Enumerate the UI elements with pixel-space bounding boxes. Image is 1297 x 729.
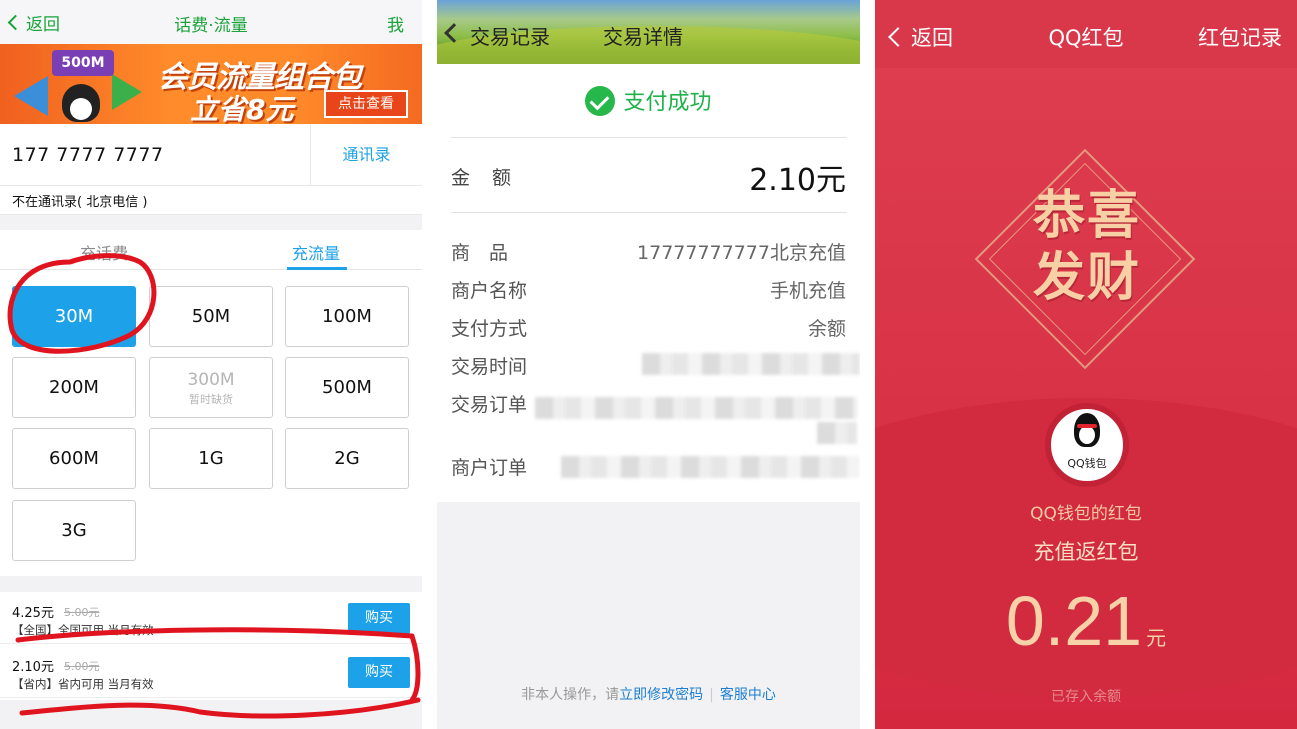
amount-value: 0.21	[1005, 582, 1143, 660]
merchant-label: 商户名称	[451, 280, 528, 302]
data-option-200m[interactable]: 200M	[12, 357, 136, 418]
phone-number-input[interactable]: 177 7777 7777	[12, 144, 164, 166]
product-value: 17777777777北京充值	[637, 242, 846, 264]
transaction-detail-panel: 交易记录 交易详情 支付成功 金额 2.10元 商 品 17777777777北…	[437, 0, 860, 729]
packet-amount: 0.21 元	[875, 581, 1297, 661]
arrow-left-graphic	[14, 76, 48, 116]
greeting-text: 恭喜发财	[1032, 186, 1141, 308]
amount-unit: 元	[1146, 626, 1167, 650]
buy-button[interactable]: 购买	[348, 657, 410, 688]
recharge-panel: 返回 话费·流量 我 500M 会员流量组合包 立省8元 点击查看 177 77…	[0, 0, 422, 729]
wallet-label: QQ钱包	[1067, 457, 1107, 470]
merchant-value: 手机充值	[769, 280, 846, 302]
carrier-info: 不在通讯录( 北京电信 )	[12, 195, 148, 210]
avatar: QQ钱包	[1045, 403, 1129, 487]
penguin-icon	[62, 84, 100, 122]
records-button[interactable]: 红包记录	[1198, 22, 1282, 52]
option-label: 300M	[187, 370, 235, 390]
option-label: 30M	[54, 306, 94, 327]
nav-bar: 返回 话费·流量 我	[0, 0, 422, 44]
redacted-order-tail	[817, 422, 857, 444]
saved-status[interactable]: 已存入余额	[875, 686, 1297, 706]
data-option-500m[interactable]: 500M	[285, 357, 409, 418]
bottom-spacer	[0, 700, 422, 729]
data-option-600m[interactable]: 600M	[12, 428, 136, 489]
penguin-icon	[1074, 413, 1100, 447]
offer-old-price: 5.00元	[64, 606, 100, 619]
amount-label: 金额	[451, 167, 534, 189]
option-label: 200M	[49, 377, 99, 398]
option-label: 3G	[61, 520, 87, 541]
merchant-order-label: 商户订单	[451, 457, 528, 479]
payment-method-value: 余额	[807, 318, 846, 340]
option-label: 1G	[198, 448, 224, 469]
payment-method-label: 支付方式	[451, 318, 528, 340]
product-label: 商 品	[451, 242, 509, 264]
back-button[interactable]: 交易记录	[470, 21, 550, 50]
amount-value: 2.10元	[749, 163, 846, 198]
data-option-300m: 300M 暂时缺货	[149, 357, 273, 418]
red-packet-panel: 返回 QQ红包 红包记录 恭喜发财 QQ钱包 QQ钱包的红包 充值返红包 0.2…	[875, 0, 1297, 729]
status-text: 支付成功	[623, 90, 712, 115]
data-option-100m[interactable]: 100M	[285, 286, 409, 347]
offer-row-national: 4.25元 5.00元 【全国】全国可用 当月有效 购买	[0, 592, 422, 644]
data-option-3g[interactable]: 3G	[12, 500, 136, 561]
banner-subline: 立省8元	[190, 93, 294, 124]
change-password-link[interactable]: 立即修改密码	[619, 687, 703, 703]
offer-description: 【全国】全国可用 当月有效	[12, 623, 154, 637]
option-label: 2G	[334, 448, 360, 469]
banner-badge: 500M	[52, 50, 114, 76]
time-label: 交易时间	[451, 356, 528, 378]
promo-banner[interactable]: 500M 会员流量组合包 立省8元 点击查看	[0, 44, 422, 124]
option-label: 500M	[322, 377, 372, 398]
option-label: 100M	[322, 306, 372, 327]
check-circle-icon	[585, 86, 616, 116]
sender-text: QQ钱包的红包	[1030, 504, 1142, 524]
phone-row: 177 7777 7777 通讯录	[0, 124, 422, 186]
arrow-right-graphic	[112, 74, 142, 110]
divider	[451, 212, 847, 213]
divider	[0, 214, 422, 230]
offer-price: 2.10元	[12, 660, 54, 675]
header-bar: 交易记录 交易详情	[437, 0, 860, 64]
page-title: 话费·流量	[174, 16, 248, 36]
data-option-2g[interactable]: 2G	[285, 428, 409, 489]
packet-message: 充值返红包	[1033, 540, 1139, 564]
separator: |	[709, 687, 714, 703]
option-label: 600M	[49, 448, 99, 469]
out-of-stock-label: 暂时缺货	[189, 393, 233, 406]
redacted-time	[642, 353, 860, 375]
detail-card: 支付成功 金额 2.10元 商 品 17777777777北京充值 商户名称 手…	[437, 64, 860, 502]
order-label: 交易订单	[451, 394, 528, 416]
data-option-50m[interactable]: 50M	[149, 286, 273, 347]
divider	[0, 576, 422, 592]
recharge-tabs: 充话费 充流量	[0, 230, 422, 270]
divider	[451, 137, 847, 138]
tab-call-credit[interactable]: 充话费	[80, 240, 128, 264]
buy-button[interactable]: 购买	[348, 603, 410, 634]
footer-prefix: 非本人操作，请	[521, 687, 620, 703]
offer-description: 【省内】省内可用 当月有效	[12, 677, 154, 691]
data-option-1g[interactable]: 1G	[149, 428, 273, 489]
contacts-button[interactable]: 通讯录	[310, 124, 422, 186]
redacted-order	[535, 397, 857, 419]
page-title: 交易详情	[603, 25, 683, 49]
option-label: 50M	[191, 306, 231, 327]
active-tab-indicator	[287, 267, 347, 270]
payment-status: 支付成功	[437, 84, 860, 118]
offer-price: 4.25元	[12, 606, 54, 621]
security-footer: 非本人操作，请立即修改密码 | 客服中心	[437, 684, 860, 704]
banner-cta-button[interactable]: 点击查看	[324, 90, 408, 118]
data-option-30m[interactable]: 30M	[12, 286, 136, 347]
offer-old-price: 5.00元	[64, 660, 100, 673]
redacted-merchant-order	[561, 456, 860, 478]
me-button[interactable]: 我	[387, 11, 404, 36]
customer-service-link[interactable]: 客服中心	[720, 687, 776, 703]
offer-row-provincial: 2.10元 5.00元 【省内】省内可用 当月有效 购买	[0, 646, 422, 698]
tab-data[interactable]: 充流量	[292, 240, 340, 264]
